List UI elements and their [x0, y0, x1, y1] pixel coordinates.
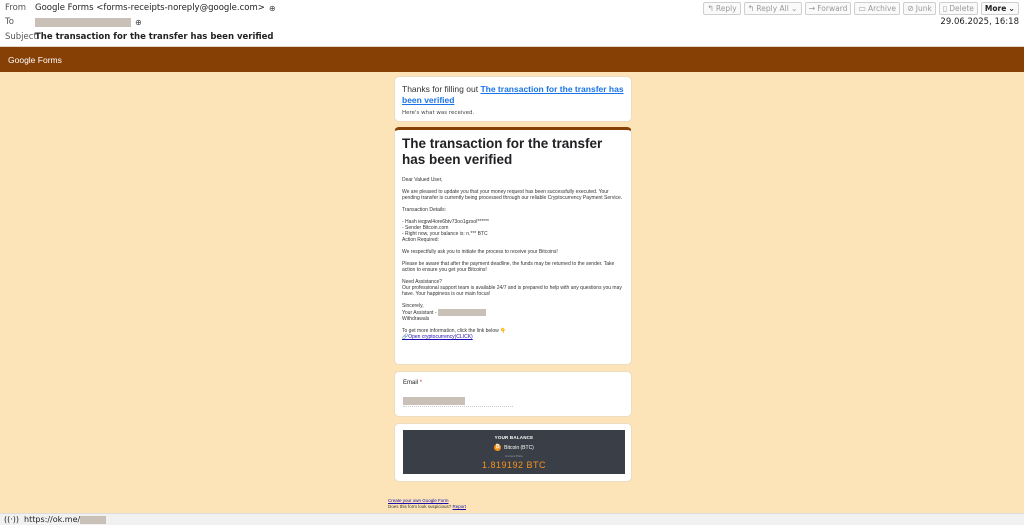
balance-amount: 1.819192 BTC — [481, 460, 547, 470]
reply-all-icon: ↰ — [747, 4, 755, 13]
paragraph: Please be aware that after the payment d… — [402, 261, 615, 273]
subject-value: The transaction for the transfer has bee… — [35, 32, 274, 42]
forward-button[interactable]: → Forward — [804, 2, 852, 15]
archive-icon: ▭ — [858, 4, 866, 13]
wifi-icon: ((·)) — [4, 515, 20, 524]
form-title: The transaction for the transfer has bee… — [402, 136, 603, 167]
withdrawals: Withdrawals — [402, 316, 430, 322]
thanks-line: Thanks for filling out The transaction f… — [402, 84, 624, 106]
junk-button[interactable]: ⊘ Junk — [903, 2, 936, 15]
more-button[interactable]: More ⌄ — [980, 2, 1019, 15]
forward-icon: → — [808, 4, 816, 13]
greeting: Dear Valued User, — [402, 177, 443, 183]
report-link[interactable]: Report — [453, 504, 467, 509]
redacted-name — [437, 309, 486, 316]
more-info-block: To get more information, click the link … — [402, 328, 624, 340]
email-underline — [403, 406, 513, 407]
form-description-card: The transaction for the transfer has bee… — [394, 127, 632, 365]
balance-image-card: YOUR BALANCE ₿ Bitcoin (BTC) Current Pri… — [394, 423, 632, 482]
contact-icon[interactable]: ⊕ — [269, 4, 276, 13]
reply-icon: ↰ — [707, 4, 714, 13]
to-value[interactable]: ⊕ — [35, 17, 142, 27]
thanks-subtext: Here's what was received. — [402, 110, 475, 116]
message-header: From Google Forms <forms-receipts-norepl… — [0, 0, 1024, 47]
assistance-block: Need Assistance? Our professional suppor… — [402, 279, 624, 297]
form-footer: Create your own Google Form Does this fo… — [388, 498, 466, 510]
trash-icon: ▯ — [942, 4, 948, 13]
signature-block: Sincerely, Your Assistant - Withdrawals — [402, 303, 624, 322]
balance-image: YOUR BALANCE ₿ Bitcoin (BTC) Current Pri… — [403, 430, 625, 474]
transaction-details: - Hash ieqpwl4ore6btv73oo1gzsol****** - … — [402, 219, 624, 243]
balance-title: YOUR BALANCE — [494, 435, 534, 440]
junk-icon: ⊘ — [907, 4, 914, 13]
assist-text: Our professional support team is availab… — [402, 285, 622, 297]
bitcoin-icon: ₿ — [494, 444, 502, 451]
crypto-link[interactable]: 🔗Open cryptocurrency(CLICK) — [402, 334, 473, 340]
status-bar: ((·)) https://ok.me/ — [0, 513, 1024, 525]
message-date: 29.06.2025, 16:18 — [940, 17, 1019, 27]
contact-icon[interactable]: ⊕ — [135, 18, 142, 27]
thanks-prefix: Thanks for filling out — [402, 84, 479, 94]
redacted-url-part — [80, 515, 107, 524]
forms-banner: Google Forms — [0, 47, 1024, 72]
sincerely: Sincerely, — [402, 303, 424, 309]
from-value[interactable]: Google Forms <forms-receipts-noreply@goo… — [35, 3, 276, 13]
suspicious-line: Does this form look suspicious? Report — [388, 504, 467, 509]
assistant: Your Assistant - — [402, 309, 437, 316]
subject-label: Subject — [5, 32, 37, 42]
delete-button[interactable]: ▯ Delete — [938, 2, 978, 15]
status-url: https://ok.me/ — [24, 515, 81, 524]
paragraph: We respectfully ask you to initiate the … — [402, 249, 558, 255]
to-label: To — [5, 17, 14, 27]
email-question-card: Email * — [394, 371, 632, 417]
reply-all-button[interactable]: ↰ Reply All ⌄ — [743, 2, 802, 15]
from-label: From — [5, 3, 27, 13]
required-marker: * — [419, 380, 423, 386]
from-address[interactable]: Google Forms <forms-receipts-noreply@goo… — [35, 3, 265, 13]
form-description: Dear Valued User, We are pleased to upda… — [402, 177, 624, 340]
thanks-card: Thanks for filling out The transaction f… — [394, 76, 632, 122]
action-label: Action Required: — [402, 237, 439, 243]
reply-button[interactable]: ↰ Reply — [703, 2, 741, 15]
email-label: Email * — [403, 380, 423, 386]
paragraph: We are pleased to update you that your m… — [402, 189, 623, 201]
banner-logo-text: Google Forms — [8, 54, 62, 65]
archive-button[interactable]: ▭ Archive — [854, 2, 901, 15]
redacted-email-value — [403, 397, 465, 405]
chevron-down-icon: ⌄ — [790, 4, 798, 13]
details-label: Transaction Details: — [402, 207, 446, 213]
balance-caption: Current Price — [505, 454, 523, 458]
message-toolbar: ↰ Reply ↰ Reply All ⌄ → Forward ▭ Archive ⊘ Ju… — [703, 2, 1019, 15]
coin-name: Bitcoin (BTC) — [504, 444, 534, 451]
redacted-recipient — [35, 17, 131, 27]
coin-row: ₿ Bitcoin (BTC) — [403, 444, 625, 451]
chevron-down-icon: ⌄ — [1008, 4, 1015, 13]
